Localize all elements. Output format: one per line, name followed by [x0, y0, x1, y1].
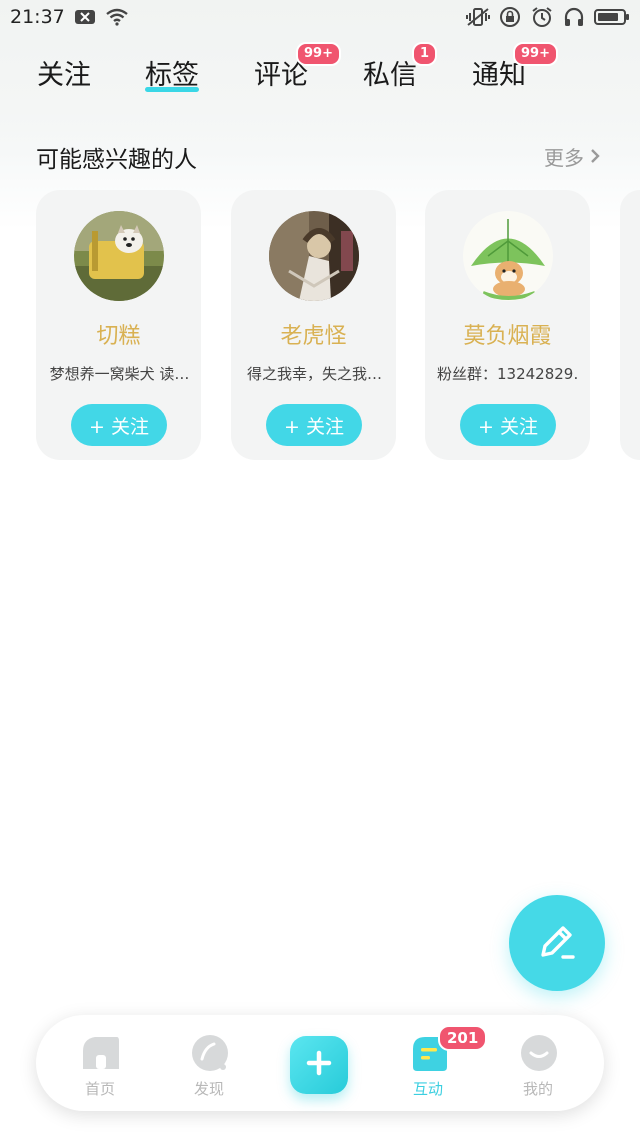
tab-follow[interactable]: 关注 [37, 48, 91, 96]
nav-home[interactable]: 首页 [45, 1015, 155, 1111]
nav-profile-label: 我的 [522, 1080, 553, 1098]
more-label: 更多 [544, 146, 584, 170]
user-bio: 得之我幸，失之我… [246, 365, 382, 383]
nav-profile[interactable]: 我的 [483, 1015, 593, 1111]
notification-x-icon [73, 6, 97, 28]
tab-tags[interactable]: 标签 [145, 48, 199, 96]
follow-button-label: + 关注 [89, 415, 149, 438]
interaction-badge: 201 [438, 1025, 488, 1051]
top-tabs: 关注 标签 评论 私信 通知 99+ 1 99+ [0, 42, 640, 98]
messages-badge: 1 [412, 42, 438, 66]
user-bio: 梦想养一窝柴犬 读… [49, 365, 190, 383]
nav-interaction-label: 互动 [412, 1080, 443, 1098]
comments-badge: 99+ [296, 42, 341, 66]
tab-follow-label: 关注 [37, 59, 91, 91]
create-post-button[interactable] [290, 1036, 348, 1094]
wifi-icon [105, 6, 129, 28]
avatar[interactable] [269, 211, 359, 301]
interaction-page: 21:37 关注 标签 评论 私信 通知 99+ 1 99+ 可能感兴趣的人 更… [0, 0, 640, 1138]
nav-home-label: 首页 [84, 1080, 115, 1098]
bottom-navigation: 首页 发现 互动 201 我的 [36, 1015, 604, 1111]
user-card-partial[interactable] [620, 190, 640, 460]
status-bar: 21:37 [0, 0, 640, 34]
profile-icon [519, 1033, 559, 1073]
avatar[interactable] [463, 211, 553, 301]
follow-button[interactable]: + 关注 [266, 404, 362, 446]
user-card[interactable]: 老虎怪 得之我幸，失之我… + 关注 [231, 190, 396, 460]
compose-button[interactable] [509, 895, 605, 991]
user-bio: 粉丝群：13242829… [437, 365, 580, 383]
pencil-icon [535, 919, 579, 967]
user-card[interactable]: 莫负烟霞 粉丝群：13242829… + 关注 [425, 190, 590, 460]
follow-button[interactable]: + 关注 [71, 404, 167, 446]
chevron-right-icon [590, 145, 600, 169]
headphones-icon [562, 6, 586, 28]
tab-messages[interactable]: 私信 [363, 48, 417, 96]
user-name[interactable]: 莫负烟霞 [425, 318, 590, 350]
suggested-users: 切糕 梦想养一窝柴犬 读… + 关注 老虎怪 得之我幸，失之我… + 关注 莫负… [0, 190, 640, 462]
status-time: 21:37 [10, 6, 65, 28]
tab-tags-label: 标签 [145, 59, 199, 91]
section-title: 可能感兴趣的人 [36, 147, 197, 173]
user-name[interactable]: 切糕 [36, 318, 201, 350]
follow-button[interactable]: + 关注 [460, 404, 556, 446]
more-link[interactable]: 更多 [544, 142, 600, 171]
avatar[interactable] [74, 211, 164, 301]
user-card[interactable]: 切糕 梦想养一窝柴犬 读… + 关注 [36, 190, 201, 460]
follow-button-label: + 关注 [284, 415, 344, 438]
alarm-icon [530, 6, 554, 28]
discover-icon [190, 1033, 230, 1073]
nav-discover[interactable]: 发现 [154, 1015, 264, 1111]
nav-discover-label: 发现 [193, 1080, 224, 1098]
follow-button-label: + 关注 [478, 415, 538, 438]
notifications-badge: 99+ [513, 42, 558, 66]
plus-icon [305, 1049, 333, 1081]
user-name[interactable]: 老虎怪 [231, 318, 396, 350]
tab-messages-label: 私信 [363, 59, 417, 91]
home-icon [81, 1033, 121, 1073]
vibrate-icon [466, 6, 490, 28]
lock-rotation-icon [498, 6, 522, 28]
active-tab-indicator [145, 87, 199, 92]
battery-icon [594, 6, 630, 28]
